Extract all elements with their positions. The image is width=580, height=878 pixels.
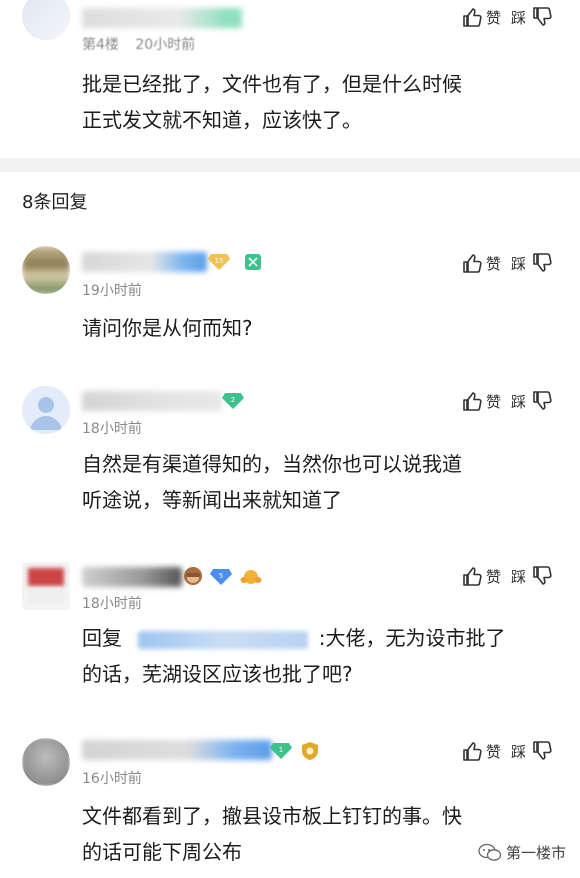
thumb-up-icon[interactable]	[462, 390, 482, 412]
avatar[interactable]	[22, 0, 70, 40]
watermark: 第一楼市	[478, 842, 566, 863]
thumb-up-icon[interactable]	[462, 6, 482, 28]
thumb-up-icon[interactable]	[462, 252, 482, 274]
username-blurred[interactable]	[82, 252, 207, 272]
reply-line-2: 听途说，等新闻出来就知道了	[82, 488, 342, 512]
reply-actions: 赞 踩	[462, 738, 552, 764]
medal-icon	[244, 253, 262, 270]
avatar[interactable]	[22, 246, 70, 294]
comment-line-1: 批是已经批了，文件也有了，但是什么时候	[82, 72, 462, 96]
time-label: 16小时前	[82, 771, 142, 787]
reply-line-2: 的话，芜湖设区应该也批了吧?	[82, 662, 353, 686]
username-blurred[interactable]	[82, 567, 182, 587]
svg-text:15: 15	[215, 257, 224, 265]
thumb-down-icon[interactable]	[532, 390, 552, 412]
time-label: 20小时前	[135, 37, 196, 53]
comment-body: 批是已经批了，文件也有了，但是什么时候 正式发文就不知道，应该快了。	[82, 66, 552, 138]
avatar[interactable]	[22, 738, 70, 786]
reply-actions: 赞 踩	[462, 250, 552, 276]
svg-text:2: 2	[231, 396, 235, 404]
reply-line-1: 请问你是从何而知?	[82, 316, 253, 340]
watermark-text: 第一楼市	[506, 844, 567, 862]
level-badge: 2	[222, 392, 244, 409]
level-badge: 1	[270, 742, 292, 759]
thumb-up-icon[interactable]	[462, 565, 482, 587]
time-label: 18小时前	[82, 421, 142, 437]
like-label[interactable]: 赞	[486, 391, 501, 412]
like-label[interactable]: 赞	[486, 741, 501, 762]
wechat-icon	[478, 843, 502, 863]
like-label[interactable]: 赞	[486, 253, 501, 274]
mention-blurred[interactable]	[138, 630, 309, 649]
thumb-down-icon[interactable]	[532, 740, 552, 762]
dislike-label[interactable]: 踩	[511, 253, 526, 274]
thumb-up-icon[interactable]	[462, 740, 482, 762]
like-label[interactable]: 赞	[486, 7, 501, 28]
reply-line-1: 自然是有渠道得知的，当然你也可以说我道	[82, 452, 462, 476]
thumb-down-icon[interactable]	[532, 565, 552, 587]
reply-body: 请问你是从何而知?	[82, 310, 552, 346]
dislike-label[interactable]: 踩	[511, 7, 526, 28]
floor-label: 第4楼	[82, 37, 119, 53]
reply-prefix: 回复	[82, 626, 122, 650]
avatar[interactable]	[22, 386, 70, 434]
username-blurred[interactable]	[82, 8, 242, 28]
replies-header: 8条回复	[22, 192, 88, 213]
level-badge: 15	[208, 253, 230, 270]
time-label: 19小时前	[82, 283, 142, 299]
dislike-label[interactable]: 踩	[511, 391, 526, 412]
comment-line-2: 正式发文就不知道，应该快了。	[82, 108, 362, 132]
svg-text:5: 5	[219, 572, 223, 580]
hug-icon	[240, 567, 262, 584]
section-divider	[0, 158, 580, 172]
reply-line-1: 回复 :大佬，无为设市批了	[82, 620, 552, 656]
dislike-label[interactable]: 踩	[511, 566, 526, 587]
monkey-icon	[183, 566, 202, 585]
thumb-down-icon[interactable]	[532, 6, 552, 28]
dislike-label[interactable]: 踩	[511, 741, 526, 762]
svg-text:1: 1	[279, 746, 283, 754]
reply-line-1: 文件都看到了，撤县设市板上钉钉的事。快	[82, 804, 462, 828]
thumb-down-icon[interactable]	[532, 252, 552, 274]
reply-body: 回复 :大佬，无为设市批了 的话，芜湖设区应该也批了吧?	[82, 620, 552, 692]
medal-icon	[300, 741, 318, 760]
time-label: 18小时前	[82, 596, 142, 612]
reply-actions: 赞 踩	[462, 563, 552, 589]
username-blurred[interactable]	[82, 391, 222, 411]
username-blurred[interactable]	[82, 740, 272, 760]
reply-actions: 赞 踩	[462, 388, 552, 414]
avatar[interactable]	[22, 562, 70, 610]
floor-and-time: 第4楼 20小时前	[82, 34, 195, 54]
level-badge: 5	[210, 568, 232, 585]
reply-body: 自然是有渠道得知的，当然你也可以说我道 听途说，等新闻出来就知道了	[82, 446, 552, 518]
like-label[interactable]: 赞	[486, 566, 501, 587]
reply-line-1-rest: :大佬，无为设市批了	[318, 626, 506, 650]
comment-actions: 赞 踩	[462, 4, 552, 30]
